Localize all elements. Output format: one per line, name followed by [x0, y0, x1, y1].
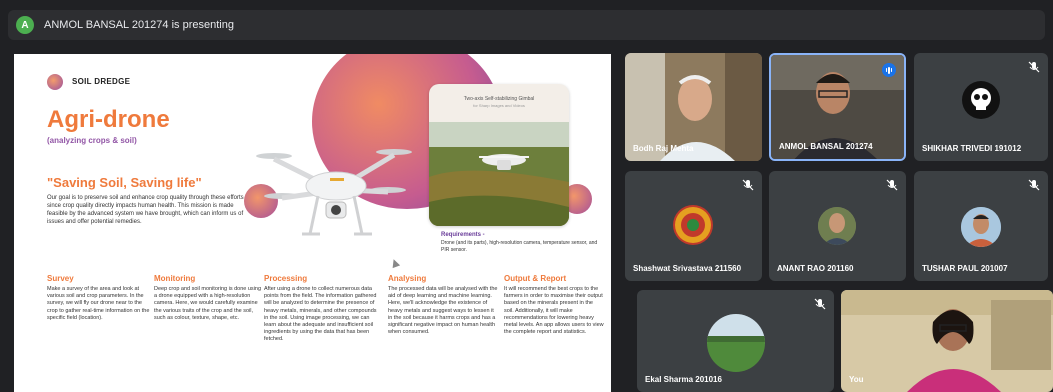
slide-quote: "Saving Soil, Saving life": [47, 175, 202, 190]
section-text: The processed data will be analysed with…: [388, 286, 498, 336]
participant-avatar: [961, 207, 1001, 247]
participant-name: Bodh Raj Mehta: [633, 144, 694, 153]
section-heading: Processing: [264, 274, 308, 283]
mic-off-icon: [1028, 61, 1040, 73]
participant-tile[interactable]: TUSHAR PAUL 201007: [914, 171, 1048, 281]
section-heading: Survey: [47, 274, 74, 283]
mic-off-icon: [742, 179, 754, 191]
participant-name: ANANT RAO 201160: [777, 264, 854, 273]
section-text: Make a survey of the area and look at va…: [47, 286, 150, 321]
mouse-cursor-icon: [389, 257, 401, 269]
participant-avatar: [818, 207, 856, 245]
shared-screen[interactable]: SOIL DREDGE Agri-drone (analyzing crops …: [14, 54, 611, 392]
section-heading: Output & Report: [504, 274, 567, 283]
participant-tile[interactable]: ANMOL BANSAL 201274: [769, 53, 906, 161]
drone-photo-card: Two-axis Self-stabilizing Gimbal for Sha…: [429, 84, 569, 226]
participant-tile[interactable]: You: [841, 290, 1053, 392]
section-survey: Survey Make a survey of the area and loo…: [47, 274, 152, 322]
photo-caption-sub: for Sharp Images and Videos: [473, 103, 525, 108]
participant-name: Ekal Sharma 201016: [645, 375, 722, 384]
presenter-avatar: A: [16, 16, 34, 34]
slide-subtitle: (analyzing crops & soil): [47, 136, 137, 145]
meet-window: A ANMOL BANSAL 201274 is presenting SOIL…: [0, 0, 1053, 392]
audio-level-icon: [882, 63, 896, 77]
brand-logo-icon: [47, 74, 63, 90]
drone-image: [256, 149, 412, 236]
participant-tile[interactable]: Ekal Sharma 201016: [637, 290, 834, 392]
section-text: It will recommend the best crops to the …: [504, 286, 604, 336]
section-heading: Monitoring: [154, 274, 196, 283]
participant-tile[interactable]: ANANT RAO 201160: [769, 171, 906, 281]
section-text: Deep crop and soil monitoring is done us…: [154, 286, 262, 321]
participant-avatar: [962, 81, 1000, 119]
section-processing: Processing After using a drone to collec…: [264, 274, 379, 344]
mic-off-icon: [1028, 179, 1040, 191]
brand-name: SOIL DREDGE: [72, 77, 131, 86]
participant-name: TUSHAR PAUL 201007: [922, 264, 1008, 273]
participant-tile[interactable]: Shashwat Srivastava 211560: [625, 171, 762, 281]
section-analysing: Analysing The processed data will be ana…: [388, 274, 498, 336]
section-monitoring: Monitoring Deep crop and soil monitoring…: [154, 274, 262, 322]
participant-video: [841, 290, 1053, 392]
requirements-text: Drone (and its parts), high-resolution c…: [441, 240, 598, 253]
participant-tile[interactable]: Bodh Raj Mehta: [625, 53, 762, 161]
participant-name: Shashwat Srivastava 211560: [633, 264, 742, 273]
mic-off-icon: [886, 179, 898, 191]
participant-avatar: [673, 205, 713, 245]
presenting-bar: A ANMOL BANSAL 201274 is presenting: [8, 10, 1045, 40]
slide-description: Our goal is to preserve soil and enhance…: [47, 195, 244, 225]
slide-title: Agri-drone: [47, 106, 170, 133]
section-text: After using a drone to collect numerous …: [264, 286, 377, 343]
participant-name: ANMOL BANSAL 201274: [779, 142, 873, 151]
presenting-label: ANMOL BANSAL 201274 is presenting: [44, 19, 234, 31]
section-output-report: Output & Report It will recommend the be…: [504, 274, 604, 336]
participant-name: You: [849, 375, 864, 384]
participant-name: SHIKHAR TRIVEDI 191012: [922, 144, 1022, 153]
requirements-heading: Requirements -: [441, 232, 485, 238]
participant-avatar: [707, 314, 765, 372]
field-photo: [429, 122, 569, 226]
photo-caption: Two-axis Self-stabilizing Gimbal: [463, 96, 535, 102]
participant-tile[interactable]: SHIKHAR TRIVEDI 191012: [914, 53, 1048, 161]
mic-off-icon: [814, 298, 826, 310]
section-heading: Analysing: [388, 274, 427, 283]
